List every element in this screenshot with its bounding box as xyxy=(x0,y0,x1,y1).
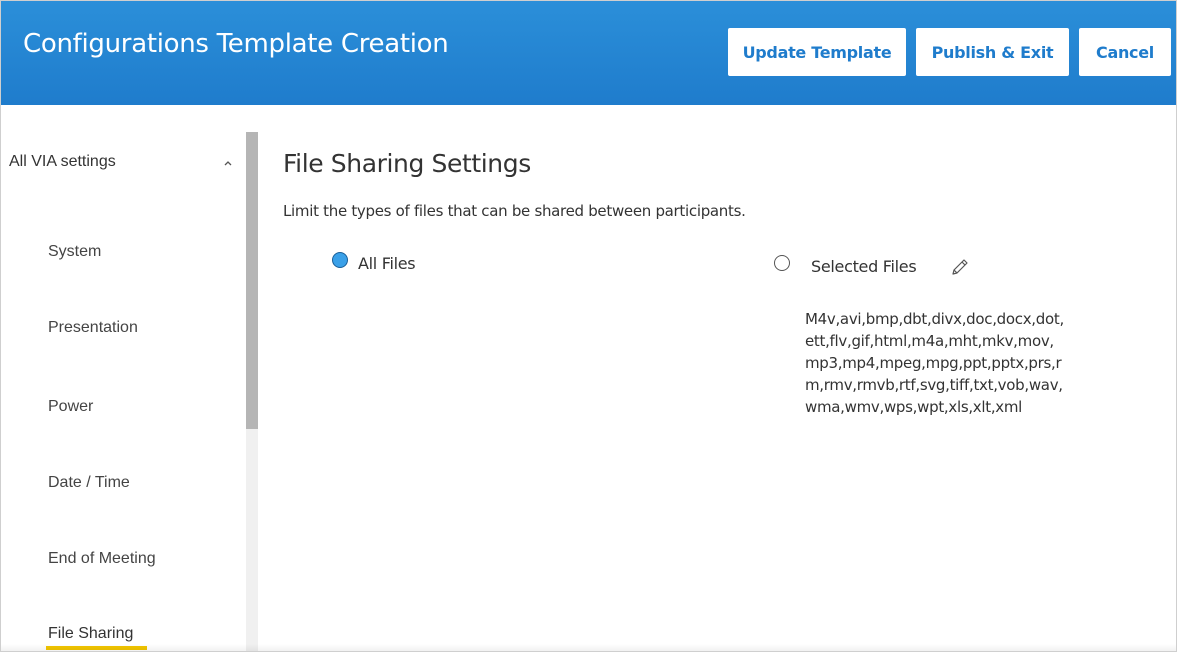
all-files-label[interactable]: All Files xyxy=(358,254,416,273)
sidebar-item-presentation[interactable]: Presentation xyxy=(48,319,138,337)
selected-files-radio[interactable] xyxy=(774,255,790,271)
all-files-radio[interactable] xyxy=(332,252,348,268)
sidebar-item-power[interactable]: Power xyxy=(48,398,93,416)
sidebar-item-file-sharing[interactable]: File Sharing xyxy=(48,625,133,643)
sidebar-scrollbar-thumb[interactable] xyxy=(246,132,258,429)
selected-files-label[interactable]: Selected Files xyxy=(811,257,917,276)
sidebar: All VIA settings System Presentation Pow… xyxy=(1,105,259,651)
cancel-button[interactable]: Cancel xyxy=(1079,28,1171,76)
app-window: Configurations Template Creation Update … xyxy=(0,0,1177,652)
sidebar-item-system[interactable]: System xyxy=(48,243,101,261)
section-title: File Sharing Settings xyxy=(283,149,531,178)
publish-exit-button[interactable]: Publish & Exit xyxy=(916,28,1069,76)
header-bar: Configurations Template Creation Update … xyxy=(1,1,1176,105)
main-content: File Sharing Settings Limit the types of… xyxy=(259,105,1176,651)
pencil-icon[interactable] xyxy=(949,256,971,278)
selected-file-types-list: M4v,avi,bmp,dbt,divx,doc,docx,dot,ett,fl… xyxy=(805,310,1064,416)
sidebar-item-date-time[interactable]: Date / Time xyxy=(48,474,130,492)
update-template-button[interactable]: Update Template xyxy=(728,28,906,76)
chevron-up-icon[interactable] xyxy=(221,156,235,170)
sidebar-group-header[interactable]: All VIA settings xyxy=(9,153,116,171)
sidebar-item-end-of-meeting[interactable]: End of Meeting xyxy=(48,550,156,568)
section-description: Limit the types of files that can be sha… xyxy=(283,202,746,220)
page-title: Configurations Template Creation xyxy=(23,29,449,59)
bottom-edge-shadow xyxy=(1,644,1176,651)
